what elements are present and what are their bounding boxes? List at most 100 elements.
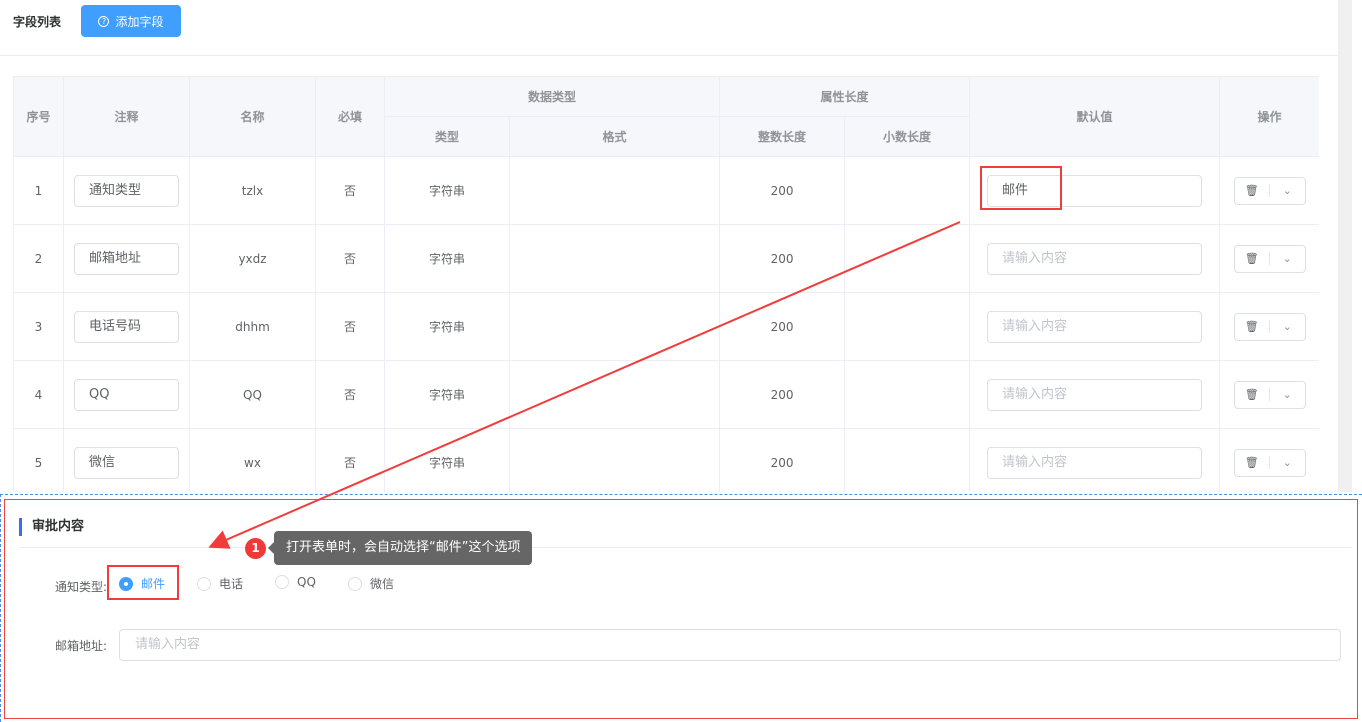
cell-format <box>508 428 721 492</box>
cell-index: 3 <box>13 292 64 361</box>
cell-default: 请输入内容 <box>969 360 1221 429</box>
radio-circle <box>275 575 289 589</box>
header-type: 类型 <box>384 116 510 157</box>
cell-ops: 🗑 ⌄ <box>1219 292 1319 361</box>
notify-type-label: 通知类型: <box>55 580 108 594</box>
cell-int-length: 200 <box>719 292 846 361</box>
cell-ops: 🗑 ⌄ <box>1219 156 1319 225</box>
cell-format <box>508 360 721 429</box>
cell-decimal-length <box>844 224 971 293</box>
cell-ops: 🗑 ⌄ <box>1219 428 1319 492</box>
comment-input[interactable]: 微信 <box>74 446 179 479</box>
section-title: 审批内容 <box>19 518 84 536</box>
comment-input[interactable]: 邮箱地址 <box>74 242 179 275</box>
radio-phone[interactable]: 电话 <box>197 575 243 592</box>
cell-default: 请输入内容 <box>969 428 1221 492</box>
chevron-down-icon[interactable]: ⌄ <box>1269 456 1305 469</box>
cell-required: 否 <box>315 224 385 293</box>
cell-format <box>508 224 721 293</box>
trash-icon[interactable]: 🗑 <box>1235 320 1270 333</box>
trash-icon[interactable]: 🗑 <box>1235 252 1270 265</box>
cell-comment: 微信 <box>63 428 190 492</box>
cell-comment: 通知类型 <box>63 156 190 225</box>
cell-name: tzlx <box>189 156 316 225</box>
cell-int-length: 200 <box>719 156 846 225</box>
header-comment: 注释 <box>63 76 190 157</box>
header-required: 必填 <box>315 76 385 157</box>
header-format: 格式 <box>508 116 721 157</box>
scrollbar[interactable] <box>1338 0 1352 492</box>
highlight-default-value <box>980 166 1062 210</box>
chevron-down-icon[interactable]: ⌄ <box>1269 184 1305 197</box>
cell-decimal-length <box>844 360 971 429</box>
comment-input[interactable]: QQ <box>74 378 179 411</box>
cell-default: 请输入内容 <box>969 224 1221 293</box>
divider <box>19 547 1352 548</box>
header-ops: 操作 <box>1219 76 1319 157</box>
add-field-button[interactable]: ? 添加字段 <box>81 5 181 37</box>
field-table: 序号 注释 名称 必填 数据类型 属性长度 默认值 操作 类型 格式 整数长度 … <box>13 76 1319 492</box>
question-circle-icon: ? <box>98 15 110 27</box>
radio-circle <box>348 576 362 591</box>
email-label: 邮箱地址: <box>55 639 108 653</box>
header-attr-length: 属性长度 <box>719 76 971 117</box>
table-row: 5 微信 wx 否 字符串 200 请输入内容 🗑 ⌄ <box>13 428 1319 492</box>
cell-name: yxdz <box>189 224 316 293</box>
radio-circle <box>197 576 211 591</box>
cell-type: 字符串 <box>384 428 510 492</box>
cell-required: 否 <box>315 156 385 225</box>
cell-required: 否 <box>315 292 385 361</box>
default-value-input[interactable]: 请输入内容 <box>987 310 1203 343</box>
add-field-label: 添加字段 <box>115 14 164 29</box>
cell-ops: 🗑 ⌄ <box>1219 360 1319 429</box>
header-index: 序号 <box>13 76 64 157</box>
table-row: 1 通知类型 tzlx 否 字符串 200 邮件 🗑 ⌄ <box>13 156 1319 225</box>
email-input[interactable]: 请输入内容 <box>119 629 1341 661</box>
cell-type: 字符串 <box>384 224 510 293</box>
comment-input[interactable]: 通知类型 <box>74 174 179 207</box>
default-value-input[interactable]: 请输入内容 <box>987 242 1203 275</box>
header-name: 名称 <box>189 76 316 157</box>
cell-format <box>508 156 721 225</box>
radio-wechat[interactable]: 微信 <box>348 575 394 592</box>
cell-decimal-length <box>844 428 971 492</box>
comment-input[interactable]: 电话号码 <box>74 310 179 343</box>
chevron-down-icon[interactable]: ⌄ <box>1269 388 1305 401</box>
cell-type: 字符串 <box>384 360 510 429</box>
row-actions: 🗑 ⌄ <box>1233 244 1306 273</box>
cell-int-length: 200 <box>719 428 846 492</box>
toolbar: 字段列表 ? 添加字段 <box>0 0 1338 56</box>
cell-comment: 电话号码 <box>63 292 190 361</box>
cell-required: 否 <box>315 360 385 429</box>
cell-format <box>508 292 721 361</box>
cell-int-length: 200 <box>719 360 846 429</box>
radio-label: 电话 <box>219 577 244 591</box>
cell-name: wx <box>189 428 316 492</box>
cell-required: 否 <box>315 428 385 492</box>
preview-frame <box>4 499 1358 719</box>
default-value-input[interactable]: 请输入内容 <box>987 378 1203 411</box>
table-row: 2 邮箱地址 yxdz 否 字符串 200 请输入内容 🗑 ⌄ <box>13 224 1319 293</box>
trash-icon[interactable]: 🗑 <box>1235 388 1270 401</box>
cell-index: 2 <box>13 224 64 293</box>
cell-int-length: 200 <box>719 224 846 293</box>
row-actions: 🗑 ⌄ <box>1233 176 1306 205</box>
radio-label: QQ <box>297 575 316 589</box>
cell-type: 字符串 <box>384 292 510 361</box>
cell-index: 1 <box>13 156 64 225</box>
page-title: 字段列表 <box>13 15 62 29</box>
radio-label: 微信 <box>370 577 395 591</box>
cell-index: 4 <box>13 360 64 429</box>
row-actions: 🗑 ⌄ <box>1233 380 1306 409</box>
trash-icon[interactable]: 🗑 <box>1235 184 1270 197</box>
highlight-selected-radio <box>107 565 179 600</box>
default-value-input[interactable]: 请输入内容 <box>987 446 1203 479</box>
header-data-type: 数据类型 <box>383 76 721 117</box>
table-row: 3 电话号码 dhhm 否 字符串 200 请输入内容 🗑 ⌄ <box>13 292 1319 361</box>
annotation-badge: 1 <box>245 538 266 559</box>
chevron-down-icon[interactable]: ⌄ <box>1269 252 1305 265</box>
radio-qq[interactable]: QQ <box>275 575 316 589</box>
cell-decimal-length <box>844 156 971 225</box>
chevron-down-icon[interactable]: ⌄ <box>1269 320 1305 333</box>
trash-icon[interactable]: 🗑 <box>1235 456 1270 469</box>
